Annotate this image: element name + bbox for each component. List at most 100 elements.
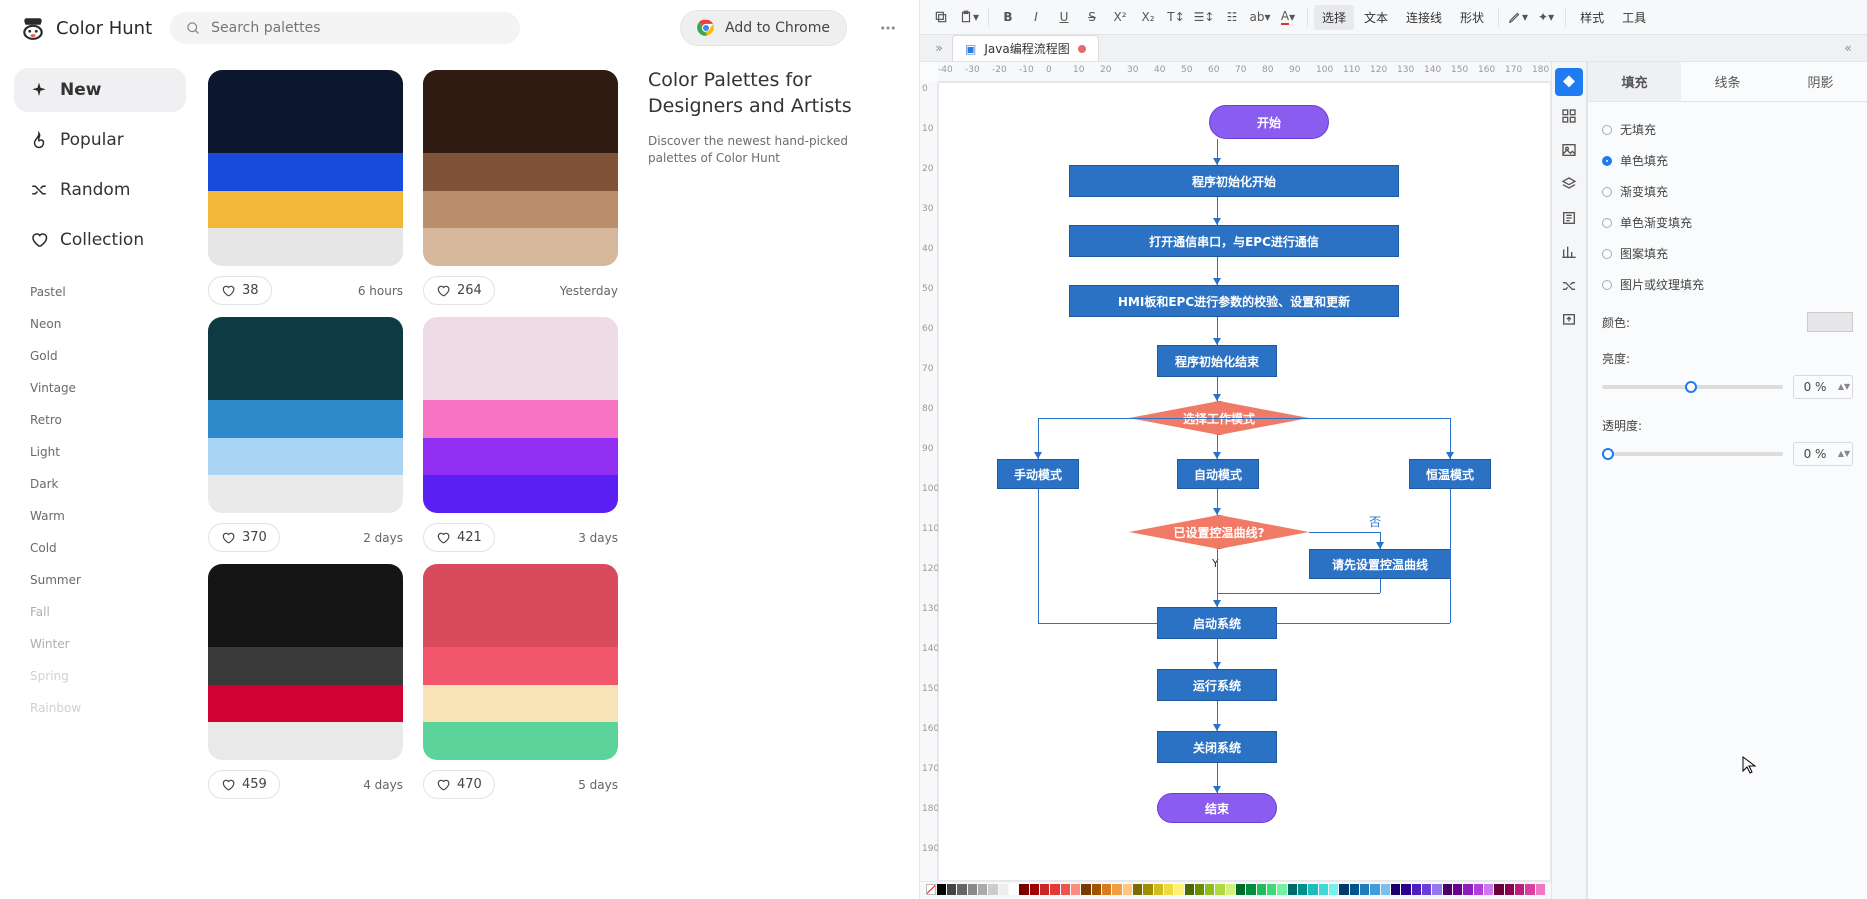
text-mode-button[interactable]: 文本 bbox=[1356, 5, 1396, 30]
expand-panel-icon[interactable]: « bbox=[1835, 41, 1861, 55]
node-const[interactable]: 恒温模式 bbox=[1409, 459, 1491, 489]
colorhunt-logo[interactable]: Color Hunt bbox=[20, 15, 152, 41]
color-swatch[interactable] bbox=[1807, 312, 1853, 332]
color-chip[interactable] bbox=[1061, 884, 1070, 895]
radio-no-fill[interactable]: 无填充 bbox=[1602, 114, 1853, 145]
rail-text-icon[interactable] bbox=[1555, 204, 1583, 232]
rail-export-icon[interactable] bbox=[1555, 306, 1583, 334]
underline-icon[interactable]: U bbox=[1051, 4, 1077, 30]
italic-icon[interactable]: I bbox=[1023, 4, 1049, 30]
color-chip[interactable] bbox=[1277, 884, 1286, 895]
palette-card[interactable]: 264Yesterday bbox=[423, 62, 618, 305]
palette-card[interactable]: 4594 days bbox=[208, 556, 403, 799]
more-icon[interactable] bbox=[877, 17, 899, 39]
like-button[interactable]: 370 bbox=[208, 523, 280, 552]
color-chip[interactable] bbox=[1453, 884, 1462, 895]
node-hmi[interactable]: HMI板和EPC进行参数的校验、设置和更新 bbox=[1069, 285, 1399, 317]
color-chip[interactable] bbox=[1154, 884, 1163, 895]
color-chip[interactable] bbox=[1143, 884, 1152, 895]
sidebar-tag-warm[interactable]: Warm bbox=[20, 500, 180, 532]
color-chip[interactable] bbox=[1205, 884, 1214, 895]
color-chip[interactable] bbox=[1185, 884, 1194, 895]
radio-image-fill[interactable]: 图片或纹理填充 bbox=[1602, 269, 1853, 300]
like-button[interactable]: 38 bbox=[208, 276, 272, 305]
color-chip[interactable] bbox=[1081, 884, 1090, 895]
sidebar-tag-gold[interactable]: Gold bbox=[20, 340, 180, 372]
strike-icon[interactable]: S bbox=[1079, 4, 1105, 30]
color-chip[interactable] bbox=[1092, 884, 1101, 895]
node-set-curve[interactable]: 请先设置控温曲线 bbox=[1309, 549, 1451, 579]
node-init-end[interactable]: 程序初始化结束 bbox=[1157, 345, 1277, 377]
connector-mode-button[interactable]: 连接线 bbox=[1398, 5, 1450, 30]
color-chip[interactable] bbox=[1360, 884, 1369, 895]
color-chip[interactable] bbox=[1329, 884, 1338, 895]
color-chip[interactable] bbox=[1195, 884, 1204, 895]
color-chip[interactable] bbox=[1030, 884, 1039, 895]
search-input[interactable] bbox=[211, 20, 504, 36]
sidebar-tag-rainbow[interactable]: Rainbow bbox=[20, 692, 180, 724]
palette-card[interactable]: 4705 days bbox=[423, 556, 618, 799]
fontsize-icon[interactable]: T↕ bbox=[1163, 4, 1189, 30]
palette-swatch[interactable] bbox=[423, 564, 618, 760]
color-chip[interactable] bbox=[1443, 884, 1452, 895]
sidebar-tag-vintage[interactable]: Vintage bbox=[20, 372, 180, 404]
color-chip[interactable] bbox=[1112, 884, 1121, 895]
copy-icon[interactable] bbox=[928, 4, 954, 30]
superscript-icon[interactable]: X² bbox=[1107, 4, 1133, 30]
color-chip[interactable] bbox=[1257, 884, 1266, 895]
rail-chart-icon[interactable] bbox=[1555, 238, 1583, 266]
radio-solid-fill[interactable]: 单色填充 bbox=[1602, 145, 1853, 176]
sidebar-item-random[interactable]: Random bbox=[14, 168, 186, 212]
rail-shuffle-icon[interactable] bbox=[1555, 272, 1583, 300]
rail-layers-icon[interactable] bbox=[1555, 170, 1583, 198]
sidebar-item-collection[interactable]: Collection bbox=[14, 218, 186, 262]
add-to-chrome-button[interactable]: Add to Chrome bbox=[680, 10, 847, 46]
color-chip[interactable] bbox=[947, 884, 956, 895]
tool-button[interactable]: 工具 bbox=[1614, 5, 1654, 30]
node-start[interactable]: 开始 bbox=[1209, 105, 1329, 139]
sidebar-tag-light[interactable]: Light bbox=[20, 436, 180, 468]
color-chip[interactable] bbox=[957, 884, 966, 895]
palette-swatch[interactable] bbox=[423, 70, 618, 266]
node-init-begin[interactable]: 程序初始化开始 bbox=[1069, 165, 1399, 197]
opacity-slider[interactable] bbox=[1602, 452, 1783, 456]
color-chip[interactable] bbox=[1525, 884, 1534, 895]
color-chip[interactable] bbox=[1391, 884, 1400, 895]
color-chip[interactable] bbox=[968, 884, 977, 895]
panel-tab-line[interactable]: 线条 bbox=[1681, 62, 1774, 101]
color-chip[interactable] bbox=[1133, 884, 1142, 895]
color-chip[interactable] bbox=[1370, 884, 1379, 895]
radio-solid-gradient-fill[interactable]: 单色渐变填充 bbox=[1602, 207, 1853, 238]
subscript-icon[interactable]: X₂ bbox=[1135, 4, 1161, 30]
pen-icon[interactable]: ▾ bbox=[1505, 4, 1531, 30]
color-chip[interactable] bbox=[1484, 884, 1493, 895]
palette-swatch[interactable] bbox=[208, 564, 403, 760]
node-configured[interactable]: 已设置控温曲线? bbox=[1129, 515, 1309, 549]
color-chip[interactable] bbox=[1123, 884, 1132, 895]
color-chip[interactable] bbox=[1308, 884, 1317, 895]
color-chip[interactable] bbox=[1422, 884, 1431, 895]
color-chip[interactable] bbox=[1298, 884, 1307, 895]
color-chip[interactable] bbox=[1050, 884, 1059, 895]
brightness-slider[interactable] bbox=[1602, 385, 1783, 389]
color-chip[interactable] bbox=[1381, 884, 1390, 895]
sidebar-tag-dark[interactable]: Dark bbox=[20, 468, 180, 500]
sidebar-tag-pastel[interactable]: Pastel bbox=[20, 276, 180, 308]
color-picker-strip[interactable] bbox=[920, 881, 1551, 899]
sidebar-tag-spring[interactable]: Spring bbox=[20, 660, 180, 692]
color-chip[interactable] bbox=[1102, 884, 1111, 895]
panel-tab-shadow[interactable]: 阴影 bbox=[1774, 62, 1867, 101]
color-chip[interactable] bbox=[1474, 884, 1483, 895]
color-chip[interactable] bbox=[1505, 884, 1514, 895]
sidebar-tag-cold[interactable]: Cold bbox=[20, 532, 180, 564]
list-icon[interactable]: ☷ bbox=[1219, 4, 1245, 30]
color-chip[interactable] bbox=[1432, 884, 1441, 895]
node-close-sys[interactable]: 关闭系统 bbox=[1157, 731, 1277, 763]
node-manual[interactable]: 手动模式 bbox=[997, 459, 1079, 489]
like-button[interactable]: 470 bbox=[423, 770, 495, 799]
color-chip[interactable] bbox=[1339, 884, 1348, 895]
linespacing-icon[interactable]: ☰↕ bbox=[1191, 4, 1217, 30]
bold-icon[interactable]: B bbox=[995, 4, 1021, 30]
sidebar-tag-winter[interactable]: Winter bbox=[20, 628, 180, 660]
sidebar-item-popular[interactable]: Popular bbox=[14, 118, 186, 162]
